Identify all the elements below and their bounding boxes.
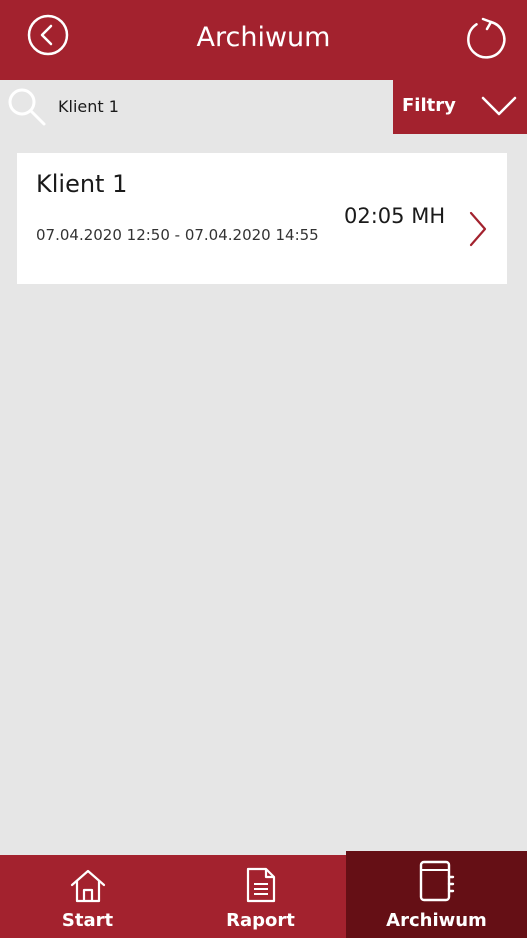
nav-item-raport[interactable]: Raport	[175, 855, 346, 938]
chevron-down-icon	[481, 96, 517, 116]
home-icon	[70, 869, 105, 903]
filters-dropdown[interactable]: Filtry	[393, 80, 527, 134]
page-title: Archiwum	[196, 22, 331, 53]
filters-label: Filtry	[402, 95, 456, 116]
nav-label-raport: Raport	[226, 910, 295, 931]
nav-item-archiwum[interactable]: Archiwum	[346, 851, 527, 938]
record-dates: 07.04.2020 12:50 - 07.04.2020 14:55	[36, 226, 319, 244]
document-icon	[246, 867, 275, 903]
app-header: Archiwum	[0, 0, 527, 80]
record-client: Klient 1	[36, 170, 128, 198]
record-duration: 02:05 MH	[344, 204, 446, 228]
nav-item-start[interactable]: Start	[0, 855, 175, 938]
nav-label-start: Start	[61, 910, 114, 931]
search-input[interactable]	[52, 88, 388, 124]
notebook-icon	[419, 860, 454, 902]
record-card[interactable]: Klient 1 07.04.2020 12:50 - 07.04.2020 1…	[17, 153, 507, 284]
refresh-button[interactable]	[462, 16, 508, 62]
refresh-icon	[467, 17, 506, 59]
chevron-right-icon	[469, 211, 487, 247]
nav-label-archiwum: Archiwum	[386, 910, 487, 931]
bottom-nav: Start Raport Archiwum	[0, 851, 527, 938]
search-icon	[8, 88, 46, 126]
